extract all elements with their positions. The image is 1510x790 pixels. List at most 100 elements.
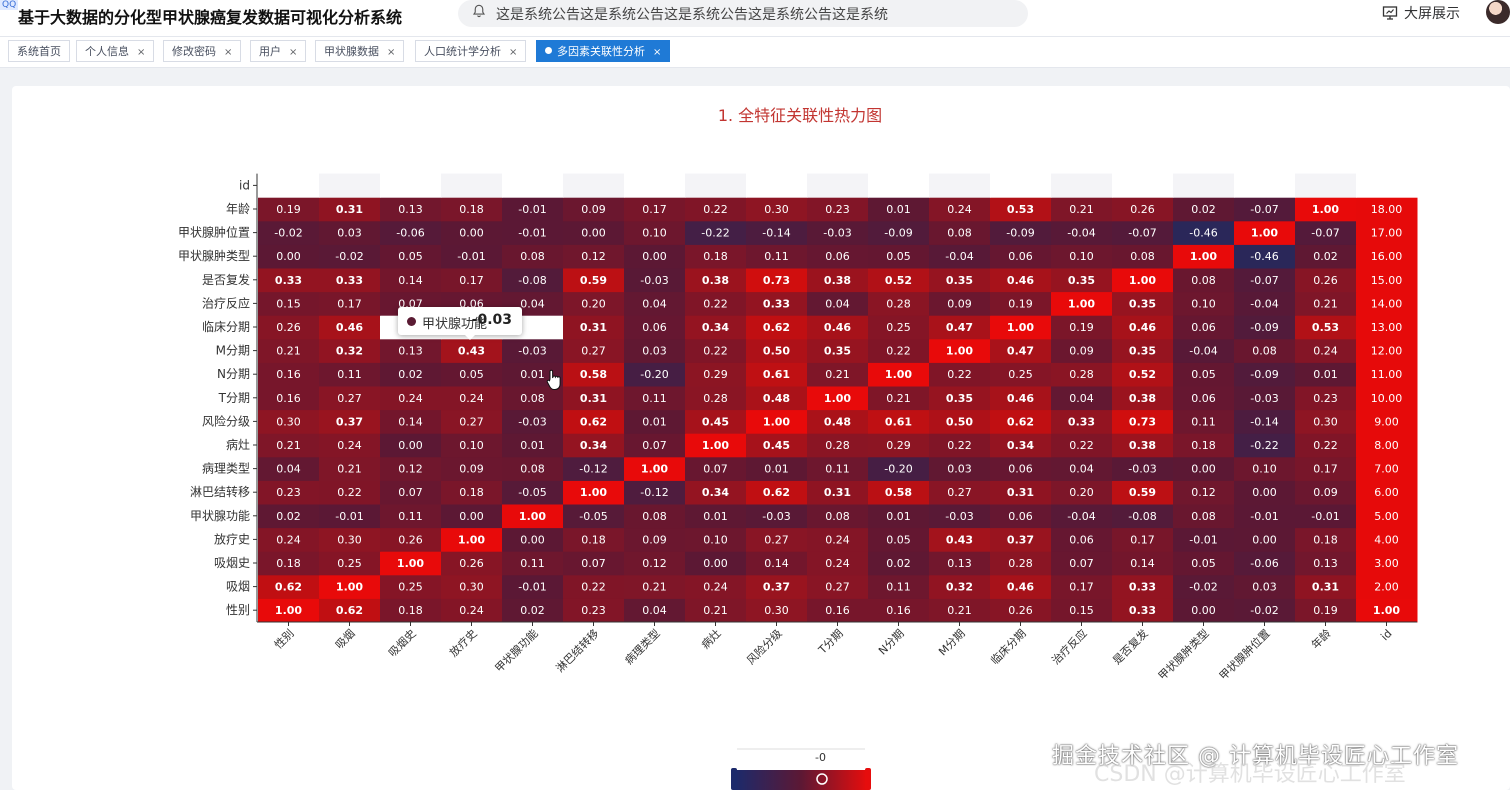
heatmap-cell-label: 0.15 — [1069, 604, 1094, 617]
heatmap-cell-label: 0.20 — [1069, 486, 1094, 499]
heatmap-cell-label: 0.21 — [337, 463, 362, 476]
heatmap-cell-label: 1.00 — [1007, 321, 1034, 334]
heatmap-cell-label: 1.00 — [702, 439, 729, 452]
heatmap-cell-label: 0.02 — [1313, 250, 1338, 263]
heatmap-cell-label: 0.06 — [1069, 533, 1094, 546]
heatmap-cell-label: -0.01 — [335, 510, 363, 523]
heatmap-cell-label: 0.04 — [1069, 392, 1094, 405]
heatmap-cell-label: 0.24 — [1313, 345, 1338, 358]
heatmap-cell[interactable] — [1295, 173, 1357, 198]
heatmap-cell-label: 0.14 — [398, 274, 423, 287]
heatmap-cell-label: 0.00 — [398, 439, 423, 452]
heatmap-cell-label: 0.14 — [1130, 557, 1155, 570]
heatmap-cell-label: 0.11 — [886, 581, 911, 594]
heatmap-cell-label: 0.22 — [703, 203, 728, 216]
heatmap-cell-label: 0.05 — [398, 250, 423, 263]
heatmap-cell[interactable] — [807, 173, 869, 198]
heatmap-cell-label: -0.01 — [518, 227, 546, 240]
heatmap-cell[interactable] — [929, 173, 991, 198]
heatmap-cell-label: 0.33 — [1129, 581, 1156, 594]
heatmap-cell-label: 0.31 — [1007, 486, 1034, 499]
heatmap-cell-label: 0.18 — [276, 557, 301, 570]
heatmap-cell-label: 0.45 — [702, 415, 729, 428]
heatmap-cell[interactable] — [380, 173, 442, 198]
heatmap-cell-label: 0.18 — [581, 533, 606, 546]
heatmap-cell-label: 0.03 — [642, 345, 667, 358]
heatmap-cell[interactable] — [1234, 173, 1296, 198]
heatmap-cell-label: 1.00 — [275, 604, 302, 617]
heatmap-cell-label: -0.02 — [1189, 581, 1217, 594]
heatmap-cell-label: 0.11 — [398, 510, 423, 523]
heatmap-cell-label: 0.25 — [337, 557, 362, 570]
heatmap-cell-label: 0.01 — [703, 510, 728, 523]
heatmap-cell-label: -0.14 — [1250, 415, 1278, 428]
heatmap-cell-label: 0.04 — [520, 297, 545, 310]
heatmap-cell-label: 0.14 — [764, 557, 789, 570]
heatmap-cell[interactable] — [868, 173, 930, 198]
x-tick-label: 性别 — [271, 626, 296, 651]
heatmap-cell-label: 0.08 — [947, 227, 972, 240]
heatmap-cell-label: 0.35 — [1129, 297, 1156, 310]
heatmap-cell[interactable] — [1173, 173, 1235, 198]
heatmap-cell[interactable] — [502, 173, 564, 198]
x-tick-label: 病灶 — [698, 626, 723, 651]
heatmap-cell-label: 0.10 — [703, 533, 728, 546]
heatmap-cell[interactable] — [563, 173, 625, 198]
heatmap-cell-label: 6.00 — [1374, 486, 1399, 499]
heatmap-cell-label: -0.09 — [1006, 227, 1034, 240]
heatmap-cell-label: 0.02 — [276, 510, 301, 523]
heatmap-cell-label: 0.14 — [398, 415, 423, 428]
heatmap-cell-label: -0.09 — [1250, 368, 1278, 381]
heatmap-cell-label: -0.04 — [1189, 345, 1217, 358]
heatmap-cell-label: 0.21 — [642, 581, 667, 594]
heatmap-cell-label: -0.20 — [884, 463, 912, 476]
heatmap-cell-label: 0.62 — [763, 486, 790, 499]
heatmap-cell-label: 0.08 — [642, 510, 667, 523]
heatmap-cell-label: 0.11 — [825, 463, 850, 476]
heatmap-cell[interactable] — [1051, 173, 1113, 198]
visual-map-max-handle[interactable] — [865, 768, 871, 790]
heatmap-cell-label: 17.00 — [1371, 227, 1403, 240]
heatmap-cell-label: 0.30 — [764, 203, 789, 216]
x-tick-label: 吸烟史 — [385, 626, 418, 659]
heatmap-cell[interactable] — [685, 173, 747, 198]
heatmap-cell[interactable] — [319, 173, 381, 198]
heatmap-cell-label: 0.08 — [520, 250, 545, 263]
heatmap-cell-label: 0.06 — [1008, 463, 1033, 476]
visual-map-bar[interactable] — [735, 770, 867, 790]
heatmap-cell-label: -0.20 — [640, 368, 668, 381]
heatmap-cell-label: 0.27 — [825, 581, 850, 594]
heatmap-cell[interactable] — [990, 173, 1052, 198]
heatmap-cell-label: 8.00 — [1374, 439, 1399, 452]
heatmap-cell[interactable] — [1356, 173, 1418, 198]
heatmap-cell-label: 0.18 — [398, 604, 423, 617]
heatmap-cell-label: -0.46 — [1250, 250, 1278, 263]
watermark-secondary: CSDN @计算机毕设匠心工作室 — [1094, 762, 1406, 787]
heatmap-cell[interactable] — [624, 173, 686, 198]
heatmap-cell-label: -0.06 — [1250, 557, 1278, 570]
heatmap-cell-label: 0.73 — [763, 274, 790, 287]
heatmap-cell-label: 0.47 — [1007, 345, 1034, 358]
heatmap-cell-label: -0.01 — [1311, 510, 1339, 523]
heatmap-cell-label: 0.53 — [1312, 321, 1339, 334]
heatmap-cell[interactable] — [746, 173, 808, 198]
heatmap-cell-label: 0.02 — [398, 368, 423, 381]
heatmap-cell-label: 0.16 — [825, 604, 850, 617]
heatmap-cell-label: 0.17 — [1313, 463, 1338, 476]
heatmap-cell-label: 0.22 — [947, 439, 972, 452]
heatmap-cell-label: 0.27 — [947, 486, 972, 499]
heatmap-cell-label: 0.11 — [1191, 415, 1216, 428]
visual-map-min-handle[interactable] — [731, 768, 737, 790]
heatmap-cell[interactable] — [1112, 173, 1174, 198]
heatmap-cell-label: 0.03 — [337, 227, 362, 240]
x-tick-label: 是否复发 — [1110, 626, 1151, 667]
heatmap-cell-label: 0.19 — [276, 203, 301, 216]
heatmap-cell-label: 0.23 — [1313, 392, 1338, 405]
heatmap-cell[interactable] — [441, 173, 503, 198]
heatmap-cell-label: 0.07 — [581, 557, 606, 570]
correlation-heatmap[interactable]: 1.00 0.62 0.18 0.24 0.02 0.23 0.04 0.21 0.30 0.16… — [0, 0, 1510, 790]
heatmap-cell[interactable] — [258, 173, 320, 198]
y-tick-label: 治疗反应 — [202, 295, 250, 310]
x-tick-label: id — [1378, 627, 1394, 643]
heatmap-cell-label: 0.05 — [1191, 557, 1216, 570]
